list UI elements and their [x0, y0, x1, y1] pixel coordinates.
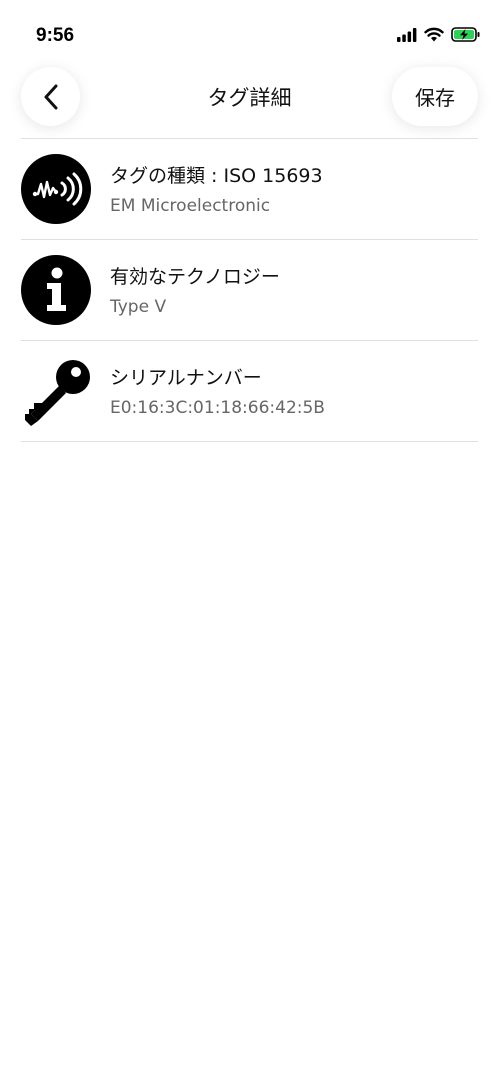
- item-title: 有効なテクノロジー: [110, 266, 280, 288]
- status-bar: 9:56: [0, 0, 499, 60]
- item-subtitle: EM Microelectronic: [110, 196, 271, 216]
- nfc-signal-icon: [21, 154, 91, 224]
- list-item-tag-type: タグの種類 : ISO 15693 EM Microelectronic: [21, 139, 478, 240]
- status-icons: [397, 27, 481, 42]
- status-time: 9:56: [36, 25, 75, 46]
- key-icon: [25, 360, 90, 426]
- item-subtitle: Type V: [110, 297, 167, 317]
- nav-bar: タグ詳細 保存: [0, 62, 499, 132]
- item-title: タグの種類 : ISO 15693: [110, 165, 323, 187]
- cellular-signal-icon: [397, 27, 417, 42]
- list-item-serial-number: シリアルナンバー E0:16:3C:01:18:66:42:5B: [21, 341, 478, 442]
- item-subtitle: E0:16:3C:01:18:66:42:5B: [110, 398, 325, 418]
- list-item-technology: 有効なテクノロジー Type V: [21, 240, 478, 341]
- wifi-icon: [424, 27, 444, 42]
- tag-detail-list: タグの種類 : ISO 15693 EM Microelectronic 有効な…: [21, 139, 478, 442]
- battery-charging-icon: [451, 27, 480, 42]
- info-icon: [21, 255, 91, 325]
- save-button[interactable]: 保存: [392, 67, 478, 126]
- item-title: シリアルナンバー: [110, 367, 262, 389]
